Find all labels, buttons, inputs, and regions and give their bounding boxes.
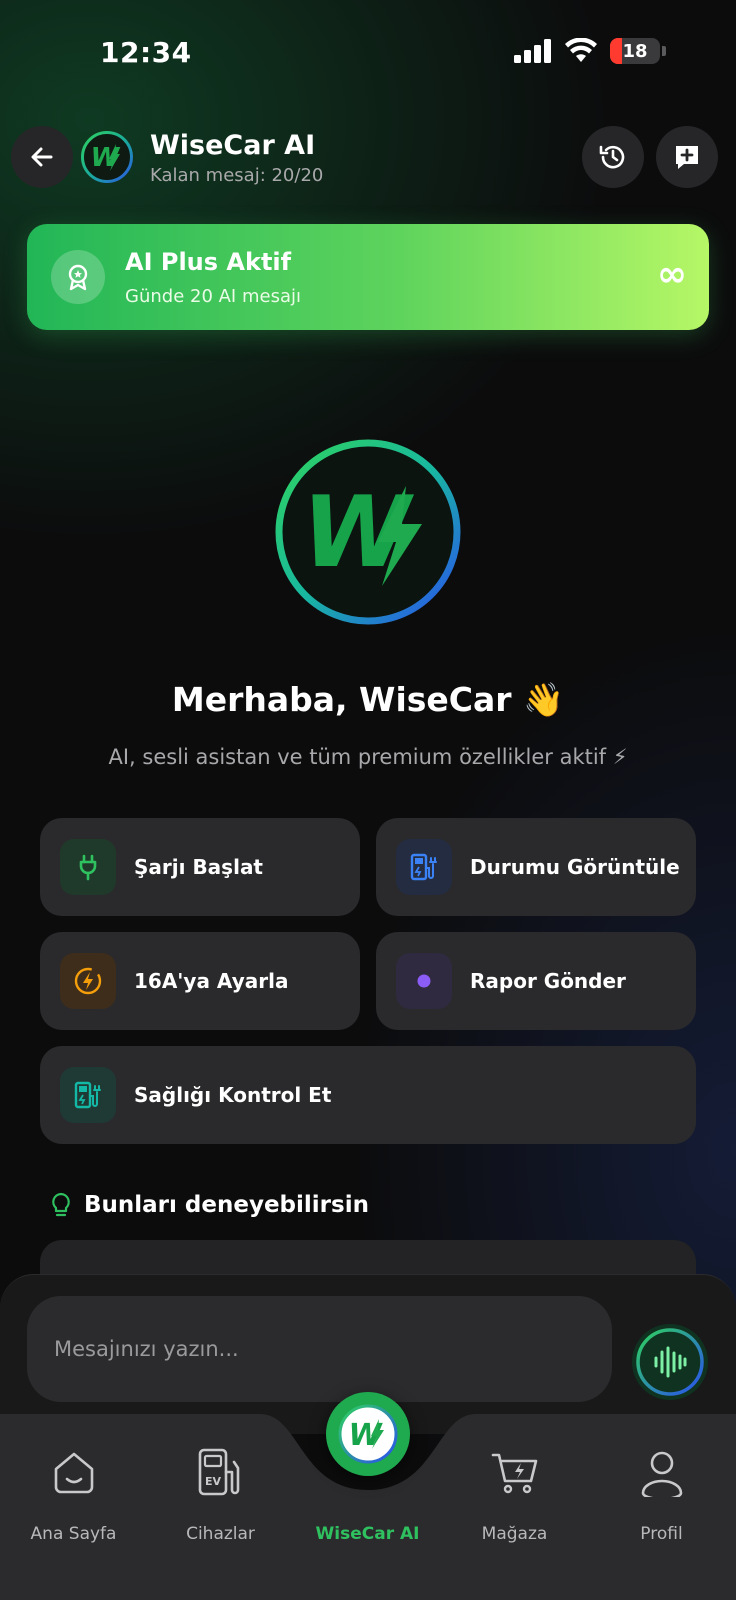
wisecar-ai-fab[interactable]: W xyxy=(326,1392,410,1476)
ev-charger-icon: EV xyxy=(147,1436,294,1510)
remaining-messages: Kalan mesaj: 20/20 xyxy=(150,165,324,186)
award-icon xyxy=(51,250,105,304)
battery-tip xyxy=(662,46,666,56)
action-set-16a[interactable]: 16A'ya Ayarla xyxy=(40,932,360,1030)
wisecar-logo-icon: W xyxy=(338,1404,398,1464)
tab-label: Ana Sayfa xyxy=(30,1524,117,1544)
tab-label: Profil xyxy=(640,1524,683,1544)
new-chat-button[interactable] xyxy=(656,126,718,188)
action-label: Rapor Gönder xyxy=(470,969,626,993)
action-start-charging[interactable]: Şarjı Başlat xyxy=(40,818,360,916)
cart-icon xyxy=(441,1436,588,1510)
action-check-health[interactable]: Sağlığı Kontrol Et xyxy=(40,1046,696,1144)
page-title: WiseCar AI xyxy=(150,130,316,161)
charger-icon xyxy=(60,1067,116,1123)
profile-icon xyxy=(588,1436,735,1510)
charger-icon xyxy=(396,839,452,895)
plug-icon xyxy=(60,839,116,895)
message-input[interactable] xyxy=(27,1296,612,1402)
status-icons: 18 xyxy=(514,38,666,64)
arrow-left-icon xyxy=(31,147,53,167)
action-label: 16A'ya Ayarla xyxy=(134,969,289,993)
add-comment-icon xyxy=(676,146,698,169)
greeting: Merhaba, WiseCar 👋 xyxy=(171,680,565,719)
dot-icon xyxy=(396,953,452,1009)
suggestions-title: Bunları deneyebilirsin xyxy=(84,1192,369,1218)
cellular-signal-icon xyxy=(514,39,551,63)
history-icon xyxy=(599,145,625,169)
infinity-badge: ∞ xyxy=(657,254,687,295)
lightbulb-icon xyxy=(52,1192,70,1217)
svg-text:EV: EV xyxy=(204,1475,221,1488)
wifi-icon xyxy=(565,38,597,62)
battery-indicator: 18 xyxy=(610,38,660,64)
voice-assistant-button[interactable] xyxy=(632,1324,708,1400)
action-view-status[interactable]: Durumu Görüntüle xyxy=(376,818,696,916)
status-time: 12:34 xyxy=(100,36,192,69)
voice-wave-icon xyxy=(636,1328,704,1396)
history-button[interactable] xyxy=(582,126,644,188)
action-send-report[interactable]: Rapor Gönder xyxy=(376,932,696,1030)
action-label: Durumu Görüntüle xyxy=(470,855,680,879)
banner-title: AI Plus Aktif xyxy=(125,248,292,276)
wisecar-hero-logo-icon: W xyxy=(275,439,461,625)
tab-profile[interactable]: Profil xyxy=(588,1414,735,1544)
wisecar-logo-icon: W xyxy=(81,131,133,183)
ai-plus-banner[interactable]: AI Plus Aktif Günde 20 AI mesajı ∞ xyxy=(27,224,709,330)
battery-level: 18 xyxy=(622,40,648,62)
action-label: Şarjı Başlat xyxy=(134,855,263,879)
tagline: AI, sesli asistan ve tüm premium özellik… xyxy=(108,745,628,769)
banner-subtitle: Günde 20 AI mesajı xyxy=(125,286,301,307)
home-icon xyxy=(0,1436,147,1510)
back-button[interactable] xyxy=(11,126,73,188)
tab-label: Cihazlar xyxy=(186,1524,255,1544)
tab-devices[interactable]: EV Cihazlar xyxy=(147,1414,294,1544)
tab-label: Mağaza xyxy=(481,1524,548,1544)
tab-home[interactable]: Ana Sayfa xyxy=(0,1414,147,1544)
tab-label: WiseCar AI xyxy=(315,1524,420,1544)
bolt-circle-icon xyxy=(60,953,116,1009)
tab-store[interactable]: Mağaza xyxy=(441,1414,588,1544)
action-label: Sağlığı Kontrol Et xyxy=(134,1083,332,1107)
